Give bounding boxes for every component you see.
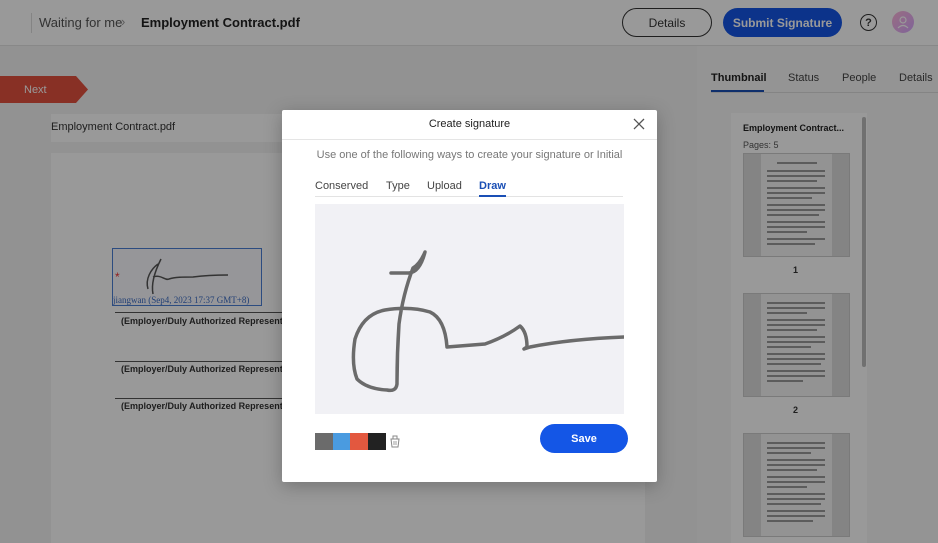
- active-tab-indicator: [479, 195, 506, 197]
- color-swatch-blue[interactable]: [333, 433, 351, 450]
- save-button[interactable]: Save: [540, 424, 628, 453]
- close-icon[interactable]: [632, 117, 646, 131]
- tab-draw[interactable]: Draw: [479, 180, 506, 192]
- dialog-divider: [282, 139, 657, 140]
- tab-upload[interactable]: Upload: [427, 180, 462, 192]
- create-signature-dialog: Create signature Use one of the followin…: [282, 110, 657, 482]
- tab-conserved[interactable]: Conserved: [315, 180, 368, 192]
- dialog-title: Create signature: [428, 118, 511, 130]
- dialog-instructions: Use one of the following ways to create …: [316, 149, 623, 161]
- eraser-icon[interactable]: [388, 434, 402, 448]
- drawing-canvas[interactable]: [315, 204, 626, 414]
- tabs-divider: [315, 196, 623, 197]
- tab-type[interactable]: Type: [386, 180, 410, 192]
- color-swatch-red[interactable]: [350, 433, 368, 450]
- color-swatch-gray[interactable]: [315, 433, 333, 450]
- color-swatch-black[interactable]: [368, 433, 386, 450]
